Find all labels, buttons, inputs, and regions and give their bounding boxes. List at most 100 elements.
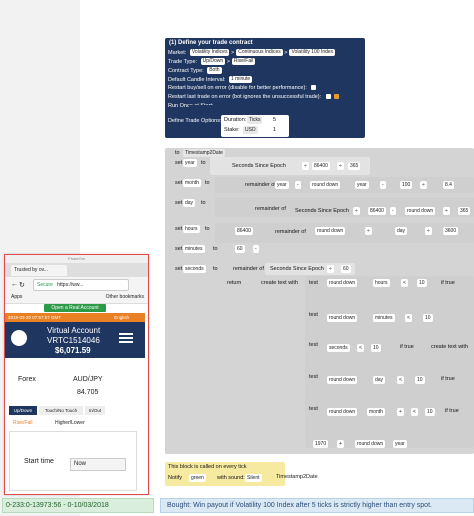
num-86400[interactable]: 86400 xyxy=(235,227,253,235)
op-divide[interactable]: ÷ xyxy=(420,181,427,189)
round-down-dropdown[interactable]: round down xyxy=(327,408,358,416)
market-dropdown-1[interactable]: Volatility Indices xyxy=(189,49,230,56)
var-day[interactable]: day xyxy=(395,227,408,235)
sound-dropdown[interactable]: Silent xyxy=(245,474,262,482)
account-id[interactable]: VRTC1514046 xyxy=(47,336,100,345)
num-10[interactable]: 10 xyxy=(425,408,435,416)
start-time-select[interactable]: Now xyxy=(70,458,126,471)
var-hours[interactable]: hours xyxy=(373,279,390,287)
gear-icon[interactable] xyxy=(334,94,340,100)
var-month[interactable]: month xyxy=(367,408,385,416)
op-less-than[interactable]: < xyxy=(397,376,404,384)
var-year[interactable]: year xyxy=(355,181,369,189)
op-plus[interactable]: + xyxy=(397,408,404,416)
seconds-expression[interactable]: Seconds Since Epoch ÷ 60 xyxy=(265,263,355,275)
tab-touch-no-touch[interactable]: Touch/No Touch xyxy=(39,406,83,415)
num-365[interactable]: 365 xyxy=(458,207,471,215)
open-real-account-button[interactable]: Open a Real Account xyxy=(44,304,106,312)
op-less-than[interactable]: < xyxy=(357,344,364,352)
num-10[interactable]: 10 xyxy=(415,376,425,384)
market-dropdown-2[interactable]: Continuous Indices xyxy=(236,49,283,56)
var-year[interactable]: year xyxy=(275,181,289,189)
num-1970[interactable]: 1970 xyxy=(313,440,329,448)
round-down-dropdown[interactable]: round down xyxy=(310,181,341,189)
back-icon[interactable]: ← xyxy=(11,281,18,288)
round-down-dropdown[interactable]: round down xyxy=(327,314,358,322)
contract-type-dropdown[interactable]: Both xyxy=(207,67,222,74)
var-minutes[interactable]: minutes xyxy=(373,314,395,322)
market-dropdown-3[interactable]: Volatility 100 Index xyxy=(289,49,336,56)
language-selector[interactable]: English xyxy=(114,313,129,322)
hours-expression[interactable]: 86400 remainder of round down ÷ day ÷ 36… xyxy=(215,223,474,243)
day-expression[interactable]: remainder of Seconds Since Epoch ÷ 86400… xyxy=(215,197,474,217)
restart-error-checkbox[interactable] xyxy=(311,85,317,91)
trade-definition-block[interactable]: (1) Define your trade contract Market: V… xyxy=(165,38,365,138)
op-minus[interactable]: - xyxy=(390,207,396,215)
subtab-rise-fall[interactable]: Rise/Fall xyxy=(13,420,32,426)
op-minus[interactable]: - xyxy=(295,181,301,189)
trade-type-dropdown-1[interactable]: Up/Down xyxy=(200,58,226,65)
op-divide[interactable]: ÷ xyxy=(302,162,309,170)
num-3600[interactable]: 3600 xyxy=(443,227,459,235)
op-divide[interactable]: ÷ xyxy=(353,207,360,215)
restart-last-checkbox[interactable] xyxy=(325,94,331,100)
op-divide[interactable]: ÷ xyxy=(327,265,334,273)
op-less-than[interactable]: < xyxy=(411,408,418,416)
duration-value[interactable]: 5 xyxy=(273,117,276,123)
round-down-dropdown[interactable]: round down xyxy=(355,440,386,448)
num-60[interactable]: 60 xyxy=(341,265,351,273)
candle-dropdown[interactable]: 1 minute xyxy=(229,76,253,83)
menu-icon[interactable] xyxy=(119,333,133,335)
var-minutes-dropdown[interactable]: minutes xyxy=(183,245,205,253)
round-down-dropdown[interactable]: round down xyxy=(405,207,436,215)
return-expression[interactable]: test round down hours < 10 if true test … xyxy=(305,276,474,448)
market-select[interactable]: Forex xyxy=(18,376,36,383)
trade-options-box[interactable]: Duration: Ticks 5 Stake: USD 1 xyxy=(221,115,289,137)
tab-up-down[interactable]: Up/Down xyxy=(9,406,37,415)
tick-analysis-block[interactable]: This block is called on every tick Notif… xyxy=(165,462,285,486)
var-seconds-dropdown[interactable]: seconds xyxy=(183,265,206,273)
stake-currency-dropdown[interactable]: USD xyxy=(243,126,258,134)
op-minus[interactable]: - xyxy=(253,245,259,253)
subtab-higher-lower[interactable]: Higher/Lower xyxy=(55,420,85,426)
num-60[interactable]: 60 xyxy=(235,245,245,253)
tab-in-out[interactable]: In/Out xyxy=(85,406,105,415)
month-expression[interactable]: remainder of year - round down year - 10… xyxy=(215,177,474,193)
var-year[interactable]: year xyxy=(393,440,407,448)
notify-func-call[interactable]: Timestamp2Date xyxy=(276,474,318,480)
num-10[interactable]: 10 xyxy=(371,344,381,352)
op-divide[interactable]: ÷ xyxy=(337,162,344,170)
op-divide[interactable]: ÷ xyxy=(425,227,432,235)
num-8-4[interactable]: 8.4 xyxy=(443,181,454,189)
notify-color-dropdown[interactable]: green xyxy=(189,474,206,482)
round-down-dropdown[interactable]: round down xyxy=(327,376,358,384)
op-divide[interactable]: ÷ xyxy=(443,207,450,215)
func-name-field[interactable]: Timestamp2Date xyxy=(183,149,225,157)
op-minus[interactable]: - xyxy=(380,181,386,189)
year-expression[interactable]: Seconds Since Epoch ÷ 86400 ÷ 365 xyxy=(210,157,370,175)
num-100[interactable]: 100 xyxy=(400,181,413,189)
num-86400[interactable]: 86400 xyxy=(368,207,386,215)
apps-bookmark[interactable]: Apps xyxy=(11,294,22,300)
num-86400[interactable]: 86400 xyxy=(312,162,330,170)
var-month-dropdown[interactable]: month xyxy=(183,179,201,187)
op-less-than[interactable]: < xyxy=(405,314,412,322)
symbol-select[interactable]: AUD/JPY xyxy=(73,376,103,383)
var-hours-dropdown[interactable]: hours xyxy=(183,225,200,233)
num-10[interactable]: 10 xyxy=(417,279,427,287)
op-less-than[interactable]: < xyxy=(401,279,408,287)
round-down-dropdown[interactable]: round down xyxy=(327,279,358,287)
other-bookmarks[interactable]: Other bookmarks xyxy=(106,291,144,303)
duration-unit-dropdown[interactable]: Ticks xyxy=(247,116,263,124)
op-divide[interactable]: ÷ xyxy=(365,227,372,235)
trade-type-dropdown-2[interactable]: Rise/Fall xyxy=(231,58,256,65)
op-plus[interactable]: + xyxy=(337,440,344,448)
var-day[interactable]: day xyxy=(373,376,386,384)
url-field[interactable]: Secure https://ww... xyxy=(33,279,129,291)
stake-value[interactable]: 1 xyxy=(273,127,276,133)
num-10[interactable]: 10 xyxy=(423,314,433,322)
round-down-dropdown[interactable]: round down xyxy=(315,227,346,235)
browser-tab[interactable]: Trusted by ov... xyxy=(11,265,67,276)
var-day-dropdown[interactable]: day xyxy=(183,199,196,207)
timestamp-function-block[interactable]: to Timestamp2Date set year to Seconds Si… xyxy=(165,148,474,454)
